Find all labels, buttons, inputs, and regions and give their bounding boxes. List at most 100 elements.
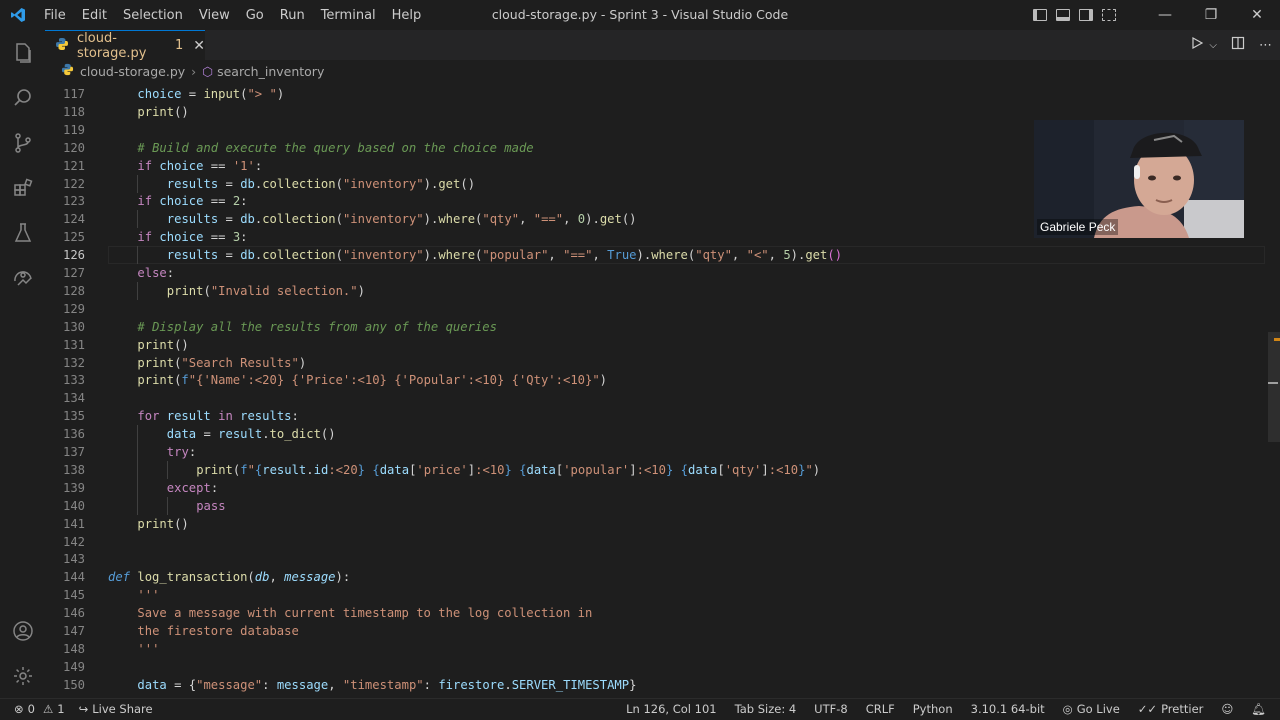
more-actions-icon[interactable]: ⋯ (1259, 38, 1272, 53)
code-line[interactable]: 128 print("Invalid selection.") (45, 281, 1265, 300)
toggle-primary-sidebar-icon[interactable] (1033, 9, 1047, 21)
split-editor-icon[interactable] (1231, 36, 1245, 54)
source-control-icon[interactable] (0, 120, 45, 165)
tab-size[interactable]: Tab Size: 4 (735, 702, 797, 716)
code-line[interactable]: 140 pass (45, 496, 1265, 515)
code-token: print (196, 462, 233, 477)
tab-cloud-storage[interactable]: cloud-storage.py 1 ✕ (45, 30, 205, 61)
line-number: 149 (62, 659, 85, 674)
prettier-label: Prettier (1161, 702, 1204, 716)
language-mode[interactable]: Python (913, 702, 953, 716)
breadcrumb-file[interactable]: cloud-storage.py (80, 64, 185, 79)
code-token: db (240, 212, 255, 227)
code-token: data (688, 462, 718, 477)
explorer-icon[interactable] (0, 30, 45, 75)
minimize-button[interactable]: — (1142, 0, 1188, 30)
feedback-icon[interactable]: ☺ (1221, 702, 1233, 716)
code-token: SERVER_TIMESTAMP (511, 677, 630, 692)
line-number: 142 (62, 534, 85, 549)
code-text: print() (137, 103, 188, 121)
line-number: 120 (62, 140, 85, 155)
code-token: () (827, 248, 843, 263)
code-line[interactable]: 141 print() (45, 515, 1265, 533)
code-line[interactable]: 144 def log_transaction(db, message): (45, 568, 1265, 586)
code-line[interactable]: 136 data = result.to_dict() (45, 425, 1265, 444)
live-share-status[interactable]: ↪ Live Share (79, 702, 153, 716)
toggle-secondary-sidebar-icon[interactable] (1079, 9, 1093, 21)
menu-item-file[interactable]: File (36, 8, 74, 23)
restore-button[interactable]: ❐ (1188, 0, 1234, 30)
close-window-button[interactable]: ✕ (1234, 0, 1280, 30)
code-line[interactable]: 130 # Display all the results from any of… (45, 318, 1265, 336)
menu-item-help[interactable]: Help (384, 8, 430, 23)
code-token: , (563, 212, 578, 227)
line-number: 136 (62, 427, 85, 442)
code-token: ): (335, 570, 351, 585)
code-text: # Build and execute the query based on t… (137, 139, 533, 157)
menu-item-edit[interactable]: Edit (74, 8, 115, 23)
code-line[interactable]: 133 print(f"{'Name':<20} {'Price':<10} {'… (45, 371, 1265, 389)
code-line[interactable]: 146 Save a message with current timestamp… (45, 604, 1265, 622)
code-line[interactable]: 143 (45, 550, 1265, 568)
code-line[interactable]: 149 (45, 658, 1265, 676)
indent-guide (137, 210, 139, 229)
settings-gear-icon[interactable] (0, 653, 45, 698)
code-token: = (166, 677, 189, 692)
code-token: "Search Results" (181, 355, 299, 370)
code-line[interactable]: 148 ''' (45, 640, 1265, 658)
code-line[interactable]: 117 choice = input("> ") (45, 85, 1265, 103)
code-line[interactable]: 135 for result in results: (45, 407, 1265, 425)
code-line[interactable]: 139 except: (45, 478, 1265, 497)
breadcrumb-symbol[interactable]: search_inventory (217, 64, 324, 79)
code-line[interactable]: 150 data = {"message": message, "timestam… (45, 676, 1265, 694)
accounts-icon[interactable] (0, 608, 45, 653)
code-text: except: (167, 479, 218, 497)
code-line[interactable]: 138 print(f"{result.id:<20} {data['price'… (45, 460, 1265, 479)
testing-icon[interactable] (0, 210, 45, 255)
extensions-icon[interactable] (0, 165, 45, 210)
remote-explorer-icon[interactable] (0, 255, 45, 300)
code-text: if choice == '1': (137, 157, 262, 175)
menu-item-go[interactable]: Go (238, 8, 272, 23)
code-line[interactable]: 129 (45, 300, 1265, 318)
code-line[interactable]: 134 (45, 389, 1265, 407)
code-line[interactable]: 145 ''' (45, 586, 1265, 604)
symbol-method-icon: ⬡ (202, 63, 214, 79)
code-line[interactable]: 126 results = db.collection("inventory").… (45, 246, 1265, 265)
search-icon[interactable] (0, 75, 45, 120)
code-line[interactable]: 142 (45, 533, 1265, 551)
code-line[interactable]: 137 try: (45, 443, 1265, 461)
menu-item-terminal[interactable]: Terminal (313, 8, 384, 23)
go-live-status[interactable]: ◎ Go Live (1063, 702, 1120, 716)
code-line[interactable]: 118 print() (45, 103, 1265, 121)
code-token: for (137, 409, 160, 424)
code-token: print (137, 104, 175, 119)
notifications-bell-icon[interactable]: 🔔︎ (1251, 702, 1266, 716)
code-token: ] (761, 462, 769, 477)
cursor-position[interactable]: Ln 126, Col 101 (626, 702, 716, 716)
menu-item-view[interactable]: View (191, 8, 238, 23)
prettier-status[interactable]: ✓✓ Prettier (1138, 702, 1204, 716)
code-line[interactable]: 147 the firestore database (45, 622, 1265, 640)
indent-guide (137, 174, 139, 193)
menu-item-selection[interactable]: Selection (115, 8, 191, 23)
encoding[interactable]: UTF-8 (814, 702, 848, 716)
python-interpreter[interactable]: 3.10.1 64-bit (971, 702, 1045, 716)
code-line[interactable]: 131 print() (45, 336, 1265, 354)
tab-close-icon[interactable]: ✕ (193, 38, 205, 54)
problems-status[interactable]: ⊗ 0 ⚠ 1 (14, 702, 65, 716)
code-token: "message" (196, 677, 263, 692)
error-count: 0 (27, 702, 35, 716)
code-line[interactable]: 132 print("Search Results") (45, 354, 1265, 372)
code-token: ) (276, 87, 285, 101)
customize-layout-icon[interactable] (1102, 9, 1116, 21)
run-dropdown-chevron-icon[interactable]: ⌵ (1209, 40, 1217, 51)
run-python-icon[interactable] (1191, 36, 1204, 53)
code-token: result (262, 462, 307, 477)
editor-scrollbar[interactable] (1268, 332, 1280, 442)
code-token: : (210, 480, 219, 495)
menu-item-run[interactable]: Run (272, 8, 313, 23)
end-of-line[interactable]: CRLF (866, 702, 895, 716)
toggle-panel-icon[interactable] (1056, 9, 1070, 21)
code-line[interactable]: 127 else: (45, 264, 1265, 282)
